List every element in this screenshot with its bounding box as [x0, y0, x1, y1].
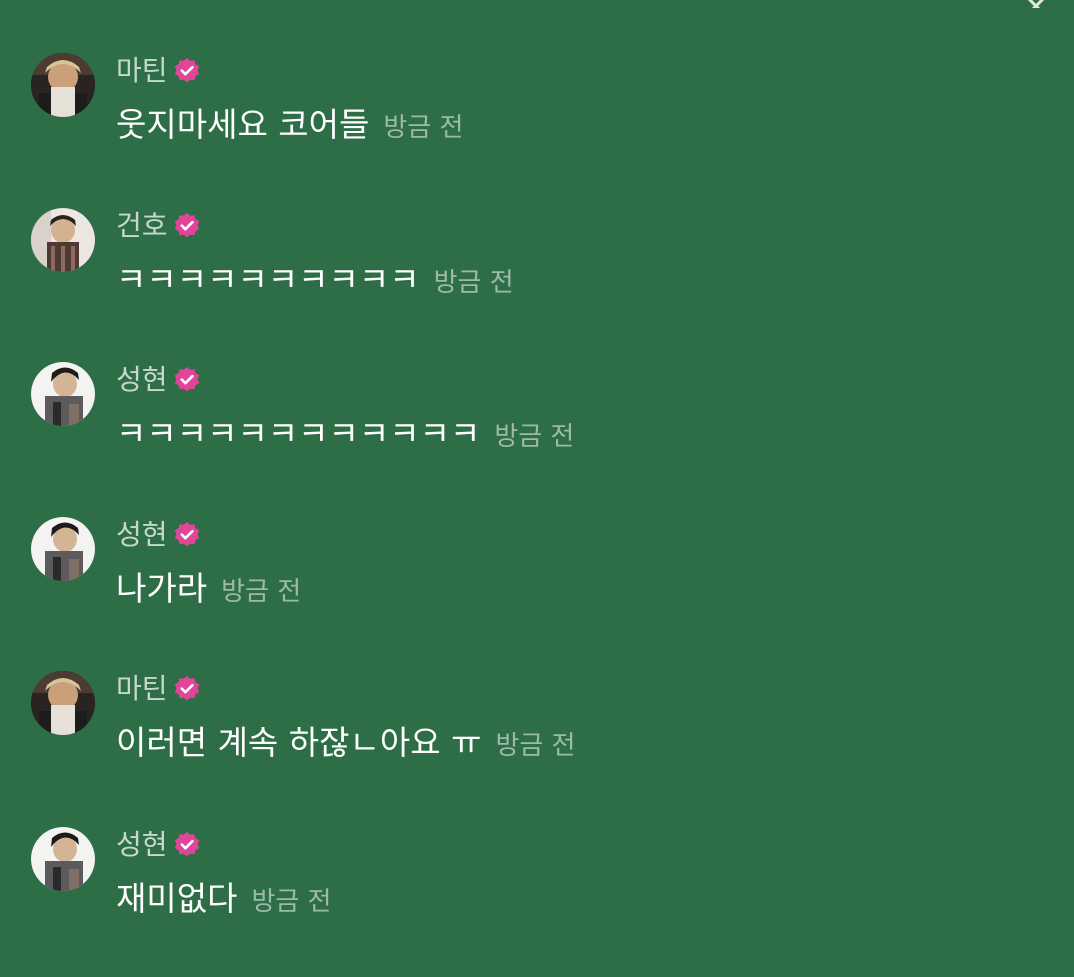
- verified-badge-icon: [174, 213, 199, 238]
- chat-message: 성현 나가라 방금 전: [0, 517, 1074, 667]
- verified-badge-icon: [174, 367, 199, 392]
- message-text: ㅋㅋㅋㅋㅋㅋㅋㅋㅋㅋ: [116, 260, 420, 299]
- chat-message: 마틴 웃지마세요 코어들 방금 전: [0, 53, 1074, 203]
- message-time: 방금 전: [433, 268, 514, 298]
- verified-badge-icon: [174, 522, 199, 547]
- sender-name[interactable]: 성현: [116, 517, 168, 553]
- chat-message: 성현 재미없다 방금 전: [0, 827, 1074, 977]
- avatar[interactable]: [31, 827, 95, 891]
- chat-message: 건호 ㅋㅋㅋㅋㅋㅋㅋㅋㅋㅋ 방금 전: [0, 208, 1074, 358]
- sender-name[interactable]: 성현: [116, 362, 168, 398]
- close-icon[interactable]: [1016, 0, 1056, 8]
- sender-name[interactable]: 마틴: [116, 53, 168, 89]
- avatar[interactable]: [31, 208, 95, 272]
- avatar[interactable]: [31, 517, 95, 581]
- verified-badge-icon: [174, 58, 199, 83]
- message-time: 방금 전: [251, 887, 332, 917]
- verified-badge-icon: [174, 832, 199, 857]
- message-text: 재미없다: [116, 879, 238, 918]
- message-time: 방금 전: [383, 113, 464, 143]
- message-text: 이러면 계속 하잖ㄴ아요 ㅠ: [116, 723, 482, 762]
- message-time: 방금 전: [495, 731, 576, 761]
- sender-name[interactable]: 건호: [116, 208, 168, 244]
- sender-name[interactable]: 성현: [116, 827, 168, 863]
- message-time: 방금 전: [221, 577, 302, 607]
- verified-badge-icon: [174, 676, 199, 701]
- avatar[interactable]: [31, 53, 95, 117]
- message-time: 방금 전: [494, 422, 575, 452]
- chat-message: 성현 ㅋㅋㅋㅋㅋㅋㅋㅋㅋㅋㅋㅋ 방금 전: [0, 362, 1074, 512]
- avatar[interactable]: [31, 671, 95, 735]
- message-text: 웃지마세요 코어들: [116, 105, 370, 144]
- message-text: 나가라: [116, 569, 208, 608]
- sender-name[interactable]: 마틴: [116, 671, 168, 707]
- message-text: ㅋㅋㅋㅋㅋㅋㅋㅋㅋㅋㅋㅋ: [116, 414, 481, 453]
- avatar[interactable]: [31, 362, 95, 426]
- chat-message: 마틴 이러면 계속 하잖ㄴ아요 ㅠ 방금 전: [0, 671, 1074, 821]
